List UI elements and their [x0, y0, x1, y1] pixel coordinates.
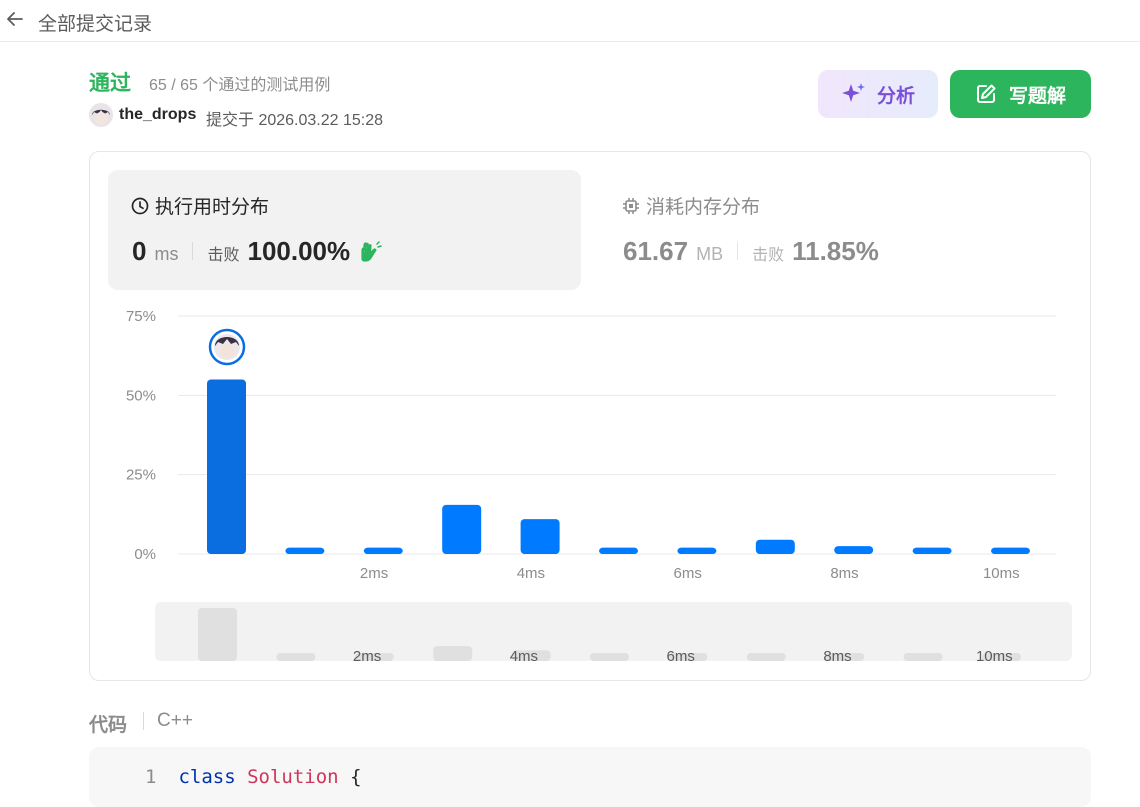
overview-bar-6ms: [668, 653, 708, 661]
overview-bar-7ms: [746, 653, 786, 661]
clapping-hands-icon: [361, 240, 382, 262]
write-solution-label: 写题解: [1008, 85, 1066, 107]
avatar[interactable]: [89, 103, 113, 127]
test-cases-info: 65 / 65 个通过的测试用例: [149, 77, 331, 94]
memory-value: 61.67: [623, 236, 689, 266]
runtime-panel[interactable]: 执行用时分布 0 ms 击败 100.00%: [108, 170, 581, 290]
memory-unit: MB: [696, 244, 724, 264]
code-language: C++: [157, 710, 193, 731]
runtime-value: 0: [132, 236, 147, 266]
top-bar: 全部提交记录: [0, 0, 1140, 42]
bar-8ms[interactable]: [834, 546, 874, 554]
overview-bar-9ms: [903, 653, 943, 661]
divider: [143, 712, 144, 730]
runtime-unit: ms: [154, 244, 179, 264]
overview-bar-2ms: [354, 653, 394, 661]
bar-3ms[interactable]: [442, 504, 482, 554]
overview-bar-3ms: [433, 646, 473, 661]
divider: [192, 242, 194, 260]
runtime-beats-label: 击败: [207, 247, 240, 264]
bar-7ms[interactable]: [755, 539, 795, 554]
code-brace: {: [338, 766, 362, 788]
username-link[interactable]: the_drops: [119, 106, 196, 124]
overview-bar-4ms: [511, 650, 551, 661]
bar-9ms[interactable]: [912, 547, 952, 554]
code-keyword: class: [178, 766, 236, 788]
analyze-button[interactable]: 分析: [818, 70, 938, 118]
memory-title: 消耗内存分布: [646, 197, 761, 218]
overview-bar-1ms: [276, 653, 316, 661]
bar-10ms[interactable]: [991, 547, 1030, 554]
sparkle-icon: [841, 83, 865, 102]
memory-beats-label: 击败: [752, 247, 785, 264]
code-block[interactable]: 1 class Solution {: [89, 747, 1091, 807]
line-number: 1: [145, 766, 157, 788]
code-line: 1 class Solution {: [145, 766, 362, 788]
write-solution-button[interactable]: 写题解: [950, 70, 1091, 118]
overview-bar-5ms: [590, 653, 629, 661]
bar-1ms[interactable]: [285, 547, 325, 554]
bar-2ms[interactable]: [363, 547, 403, 554]
bar-4ms[interactable]: [520, 519, 560, 554]
edit-icon: [976, 84, 996, 103]
memory-panel[interactable]: 消耗内存分布 61.67 MB 击败 11.85%: [604, 170, 1004, 290]
page-title[interactable]: 全部提交记录: [38, 9, 152, 36]
runtime-title: 执行用时分布: [155, 197, 270, 218]
bar-0ms[interactable]: [207, 379, 246, 554]
chip-icon: [623, 197, 639, 214]
bar-5ms[interactable]: [599, 547, 638, 554]
bar-6ms[interactable]: [677, 547, 717, 554]
analyze-label: 分析: [876, 85, 915, 107]
overview-bar-10ms: [982, 653, 1021, 661]
overview-bar-0ms: [198, 608, 237, 661]
submitted-time: 提交于 2026.03.22 15:28: [206, 112, 384, 129]
divider: [737, 242, 739, 260]
memory-beats-value: 11.85%: [792, 236, 879, 266]
code-label: 代码: [89, 715, 128, 736]
overview-bar-8ms: [825, 653, 865, 661]
clock-icon: [131, 197, 149, 214]
status-label: 通过: [89, 72, 131, 95]
code-class-name: Solution: [247, 766, 339, 788]
runtime-beats-value: 100.00%: [247, 236, 351, 266]
back-arrow-icon[interactable]: [4, 8, 26, 30]
